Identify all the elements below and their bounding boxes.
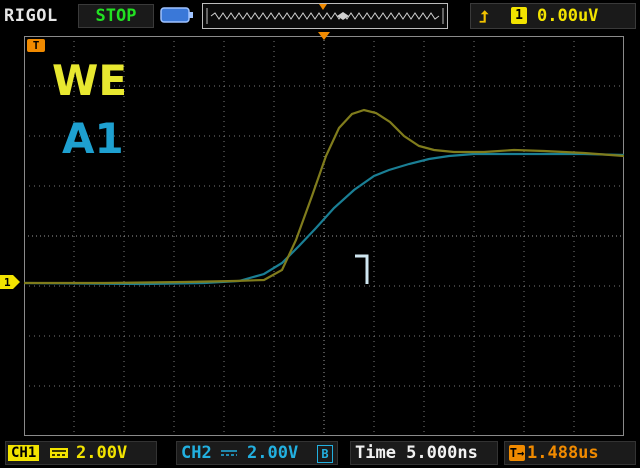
waveform-overview-icon [206,4,444,24]
trigger-arrow-icon [318,32,330,40]
label-a1: A1 [62,114,124,163]
status-bar: RIGOL STOP ⮥ 1 0.00uV [0,0,640,32]
ch2-scale: 2.00V [247,443,299,463]
bandwidth-limit-badge: B [317,445,333,463]
brand-logo: RIGOL [4,6,58,26]
channel-status-bar: CH1 2.00V CH2 2.00V B Time 5.000ns T→ 1.… [0,436,640,468]
trigger-level: 0.00uV [537,6,599,26]
trigger-position-marker[interactable]: T [27,39,45,52]
trigger-offset-icon: T→ [509,445,525,461]
channel1-marker-label: 1 [4,276,11,289]
timebase-value: Time 5.000ns [355,443,478,463]
channel1-ground-marker[interactable]: 1 [0,275,20,289]
dc-coupling-icon [50,448,68,458]
memory-depth-bar[interactable] [202,3,448,29]
trigger-offset-settings[interactable]: T→ 1.488us [504,441,636,465]
dc-coupling-icon [221,450,237,456]
ch1-badge: CH1 [8,445,40,461]
trigger-status[interactable]: ⮥ 1 0.00uV [470,3,636,29]
timebase-settings[interactable]: Time 5.000ns [350,441,498,465]
rising-edge-icon: ⮥ [479,7,489,26]
ch1-scale: 2.00V [76,443,128,463]
battery-icon [160,7,193,23]
ch2-settings[interactable]: CH2 2.00V B [176,441,338,465]
trigger-source-badge: 1 [511,7,527,24]
ch2-label: CH2 [181,443,212,463]
run-stop-button[interactable]: STOP [78,4,154,28]
trigger-offset-value: 1.488us [527,443,599,463]
ch1-settings[interactable]: CH1 2.00V [5,441,157,465]
measurement-cursor-icon [355,254,369,284]
label-we: WE [52,56,128,105]
